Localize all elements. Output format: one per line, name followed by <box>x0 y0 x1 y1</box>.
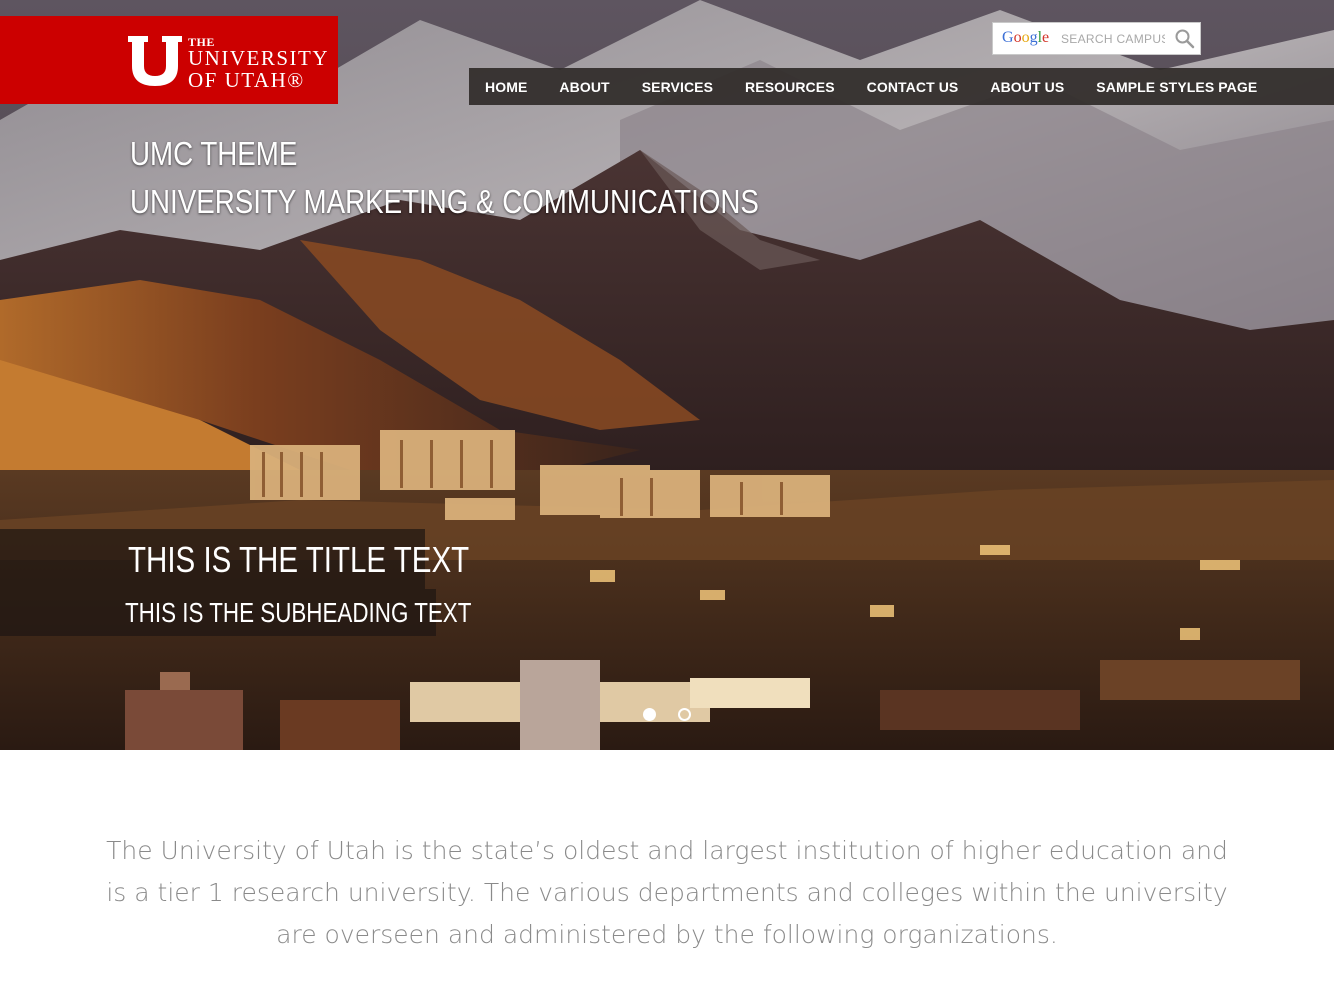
slide-title: THIS IS THE TITLE TEXT <box>128 539 470 580</box>
intro-paragraph: The University of Utah is the state’s ol… <box>106 836 1228 949</box>
search-input[interactable] <box>1061 29 1165 49</box>
headline-line2: UNIVERSITY MARKETING & COMMUNICATIONS <box>130 183 759 220</box>
nav-contact-us[interactable]: CONTACT US <box>851 79 975 95</box>
slide-subheading: THIS IS THE SUBHEADING TEXT <box>125 597 472 628</box>
headline-line1: UMC THEME <box>130 135 298 172</box>
nav-about-us[interactable]: ABOUT US <box>974 79 1080 95</box>
campus-search: Google <box>992 22 1201 55</box>
nav-services[interactable]: SERVICES <box>626 79 729 95</box>
magnifier-icon[interactable] <box>1174 28 1196 50</box>
site-headline: UMC THEME UNIVERSITY MARKETING & COMMUNI… <box>130 130 759 226</box>
hero-background-image <box>0 0 1334 750</box>
slide-dot-2[interactable] <box>678 708 691 721</box>
slide-title-box: THIS IS THE TITLE TEXT <box>0 529 469 589</box>
nav-about[interactable]: ABOUT <box>543 79 625 95</box>
logo-of-utah-text: OF UTAH® <box>188 68 305 92</box>
google-logo: Google <box>1002 29 1050 46</box>
slide-dot-1[interactable] <box>643 708 656 721</box>
slide-subheading-box: THIS IS THE SUBHEADING TEXT <box>0 589 471 636</box>
block-u-icon <box>128 36 182 86</box>
nav-sample-styles-page[interactable]: SAMPLE STYLES PAGE <box>1080 79 1273 95</box>
main-nav: HOME ABOUT SERVICES RESOURCES CONTACT US… <box>469 68 1334 105</box>
hero-slider: THE UNIVERSITY OF UTAH® Google HOME ABOU… <box>0 0 1334 750</box>
nav-home[interactable]: HOME <box>469 79 543 95</box>
university-logo[interactable]: THE UNIVERSITY OF UTAH® <box>0 16 338 104</box>
nav-resources[interactable]: RESOURCES <box>729 79 851 95</box>
